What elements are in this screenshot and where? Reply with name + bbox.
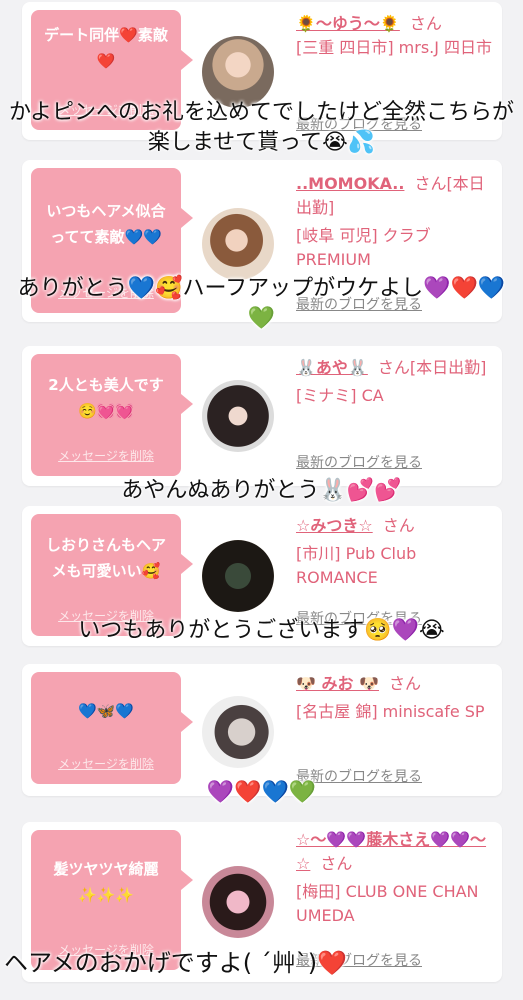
caption-overlay: ヘアメのおかげですよ( ´艸`)❤️ xyxy=(4,949,348,977)
message-bubble: 2人とも美人です☺️💓💓 メッセージを削除 xyxy=(31,354,193,476)
message-card: 💙🦋💙 メッセージを削除 🐶 みお 🐶 さん [名古屋 錦] miniscafe … xyxy=(22,664,502,796)
san-label: さん xyxy=(320,854,353,873)
cast-name-link[interactable]: 🐰あや🐰 xyxy=(296,358,368,377)
san-label: さん xyxy=(382,516,415,535)
message-text: 2人とも美人です☺️💓💓 xyxy=(48,376,164,420)
store-label: [岐阜 可児] クラブ PREMIUM xyxy=(296,226,431,269)
message-text: 髪ツヤツヤ綺麗✨✨✨ xyxy=(53,860,159,904)
san-label: さん xyxy=(389,674,422,693)
caption-overlay: 💜❤️💙💚 xyxy=(206,780,317,805)
cast-info: ..MOMOKA.. さん[本日出勤] [岐阜 可児] クラブ PREMIUM xyxy=(296,172,496,272)
san-label: さん xyxy=(409,14,442,33)
avatar[interactable] xyxy=(202,866,274,938)
blog-link[interactable]: 最新のブログを見る xyxy=(296,452,422,472)
caption-overlay: ありがとう💙🥰ハーフアップがウケよし💜❤️💙💚 xyxy=(17,276,506,331)
store-label: [梅田] CLUB ONE CHAN UMEDA xyxy=(296,882,479,925)
message-card: 2人とも美人です☺️💓💓 メッセージを削除 🐰あや🐰 さん[本日出勤] [ミナミ]… xyxy=(22,346,502,486)
cast-name-link[interactable]: ☆みつき☆ xyxy=(296,516,373,535)
caption-overlay: あやんぬありがとう🐰💕💕 xyxy=(121,478,402,503)
store-label: [三重 四日市] mrs.J 四日市 xyxy=(296,38,493,57)
avatar[interactable] xyxy=(202,540,274,612)
san-label: さん[本日出勤] xyxy=(377,358,487,377)
delete-message-link[interactable]: メッセージを削除 xyxy=(31,447,181,464)
store-label: [ミナミ] CA xyxy=(296,386,384,405)
avatar[interactable] xyxy=(202,380,274,452)
cast-name-link[interactable]: 🐶 みお 🐶 xyxy=(296,674,379,693)
delete-message-link[interactable]: メッセージを削除 xyxy=(31,755,181,772)
cast-info: 🐰あや🐰 さん[本日出勤] [ミナミ] CA xyxy=(296,356,496,408)
cast-name-link[interactable]: ..MOMOKA.. xyxy=(296,174,404,193)
message-bubble: 💙🦋💙 メッセージを削除 xyxy=(31,672,193,784)
message-text: デート同伴❤️素敵❤️ xyxy=(44,26,168,70)
cast-info: ☆〜💜💜藤木さえ💜💜〜☆ さん [梅田] CLUB ONE CHAN UMEDA xyxy=(296,828,496,928)
message-text: しおりさんもヘアメも可愛いい🥰 xyxy=(45,536,166,580)
message-text: いつもヘアメ似合ってて素敵💙💙 xyxy=(46,202,166,246)
store-label: [名古屋 錦] miniscafe SP xyxy=(296,702,485,721)
store-label: [市川] Pub Club ROMANCE xyxy=(296,544,417,587)
cast-info: 🌻〜ゆう〜🌻 さん [三重 四日市] mrs.J 四日市 xyxy=(296,12,496,60)
avatar[interactable] xyxy=(202,696,274,768)
cast-name-link[interactable]: 🌻〜ゆう〜🌻 xyxy=(296,14,400,33)
avatar[interactable] xyxy=(202,208,274,280)
cast-info: ☆みつき☆ さん [市川] Pub Club ROMANCE xyxy=(296,514,496,590)
message-text: 💙🦋💙 xyxy=(77,702,135,720)
caption-overlay: いつもありがとうございます🥺💜😭 xyxy=(78,618,445,643)
cast-info: 🐶 みお 🐶 さん [名古屋 錦] miniscafe SP xyxy=(296,672,496,724)
caption-overlay: かよピンへのお礼を込めてでしたけど全然こちらが楽しませて貰って😭💦 xyxy=(9,100,514,155)
